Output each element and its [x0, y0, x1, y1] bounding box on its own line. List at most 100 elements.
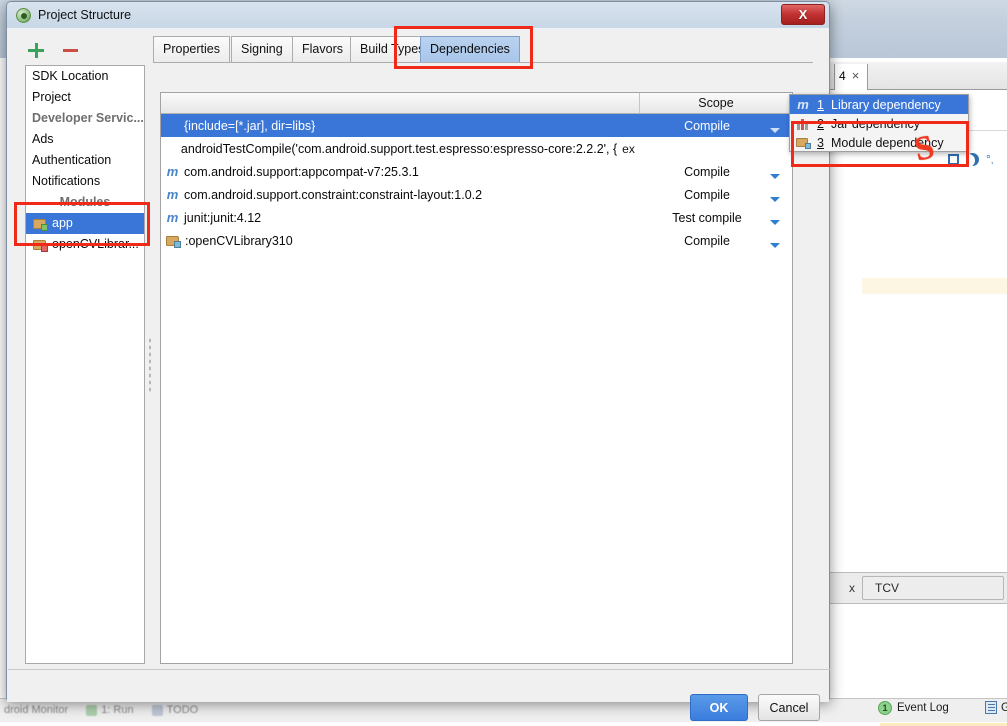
tab-properties[interactable]: Properties	[153, 36, 230, 62]
add-dependency-menu[interactable]: m 1 Library dependency 2 Jar dependency …	[789, 94, 969, 152]
project-structure-dialog: Project Structure X SDK Location Project…	[6, 1, 830, 721]
table-row[interactable]: :openCVLibrary310 Compile	[161, 229, 792, 252]
bottom-tab-label: TODO	[166, 704, 199, 716]
tool-window-field[interactable]: TCV	[862, 576, 1004, 600]
event-count-badge: 1	[878, 701, 892, 715]
dependency-name-label: androidTestCompile('com.android.support.…	[180, 141, 618, 156]
dependency-scope[interactable]: Test compile	[640, 211, 792, 225]
module-icon	[166, 235, 181, 248]
bookmark-icon[interactable]	[948, 153, 959, 165]
dependency-name-label: :openCVLibrary310	[185, 233, 293, 248]
dependency-name-label: com.android.support:appcompat-v7:25.3.1	[184, 164, 419, 179]
table-row[interactable]: {include=[*.jar], dir=libs} Compile	[161, 114, 792, 137]
gradle-label: Gr	[1001, 701, 1007, 714]
bottom-tab-todo[interactable]: TODO	[151, 704, 199, 716]
bottom-tab-label: droid Monitor	[4, 704, 69, 716]
dependency-scope[interactable]: Compile	[640, 165, 792, 179]
dependency-scope[interactable]: Compile	[640, 119, 792, 133]
sidebar-toolbar	[27, 37, 132, 63]
todo-icon	[151, 704, 163, 716]
editor-gutter-icons: °,	[948, 152, 993, 166]
sidebar-item-notifications[interactable]: Notifications	[26, 171, 144, 192]
tab-dependencies[interactable]: Dependencies	[420, 36, 520, 62]
menu-item-module-dependency[interactable]: 3 Module dependency	[790, 133, 968, 152]
dependencies-table[interactable]: Scope {include=[*.jar], dir=libs} Compil…	[160, 92, 793, 664]
dependency-scope-label: Compile	[684, 187, 730, 202]
event-log-label: Event Log	[897, 702, 949, 714]
menu-item-label: Library dependency	[831, 97, 941, 112]
sidebar-item-ads[interactable]: Ads	[26, 129, 144, 150]
sidebar-group-modules: Modules	[59, 195, 111, 209]
table-row[interactable]: m junit:junit:4.12 Test compile	[161, 206, 792, 229]
ok-button[interactable]: OK	[690, 694, 748, 721]
dialog-body: SDK Location Project Developer Servic...…	[7, 29, 830, 721]
table-row[interactable]: m com.android.support.constraint:constra…	[161, 183, 792, 206]
dependency-name: androidTestCompile('com.android.support.…	[161, 142, 641, 156]
gradle-icon	[985, 701, 997, 714]
module-library-icon	[33, 239, 48, 252]
editor-tab[interactable]: 4 ×	[834, 64, 869, 90]
sidebar-item-app[interactable]: app	[26, 213, 144, 234]
maven-icon: m	[166, 164, 179, 179]
table-row[interactable]: m com.android.support:appcompat-v7:25.3.…	[161, 160, 792, 183]
degree-icon: °,	[986, 152, 994, 166]
module-app-icon	[33, 218, 48, 231]
table-header: Scope	[161, 93, 792, 114]
dependency-name: m com.android.support:appcompat-v7:25.3.…	[161, 164, 640, 179]
column-header-scope: Scope	[698, 96, 734, 110]
chevron-down-icon[interactable]	[770, 242, 780, 248]
sidebar-list[interactable]: SDK Location Project Developer Servic...…	[25, 65, 145, 664]
add-module-button[interactable]	[27, 41, 45, 59]
sidebar-item-opencvlibrary[interactable]: openCVLibrar...	[26, 234, 144, 255]
sidebar-module-label: openCVLibrar...	[52, 237, 139, 251]
dependency-scope[interactable]: Compile	[640, 234, 792, 248]
module-icon	[796, 137, 811, 149]
gradle-button[interactable]: Gr	[985, 701, 1007, 714]
editor-lower-area	[830, 604, 1007, 696]
column-header-name	[161, 93, 640, 113]
maven-icon: m	[797, 96, 809, 112]
menu-item-number: 2	[817, 116, 824, 131]
editor-tab-label: 4	[839, 69, 846, 83]
tool-window-close-icon[interactable]: x	[849, 581, 855, 595]
sidebar-item-authentication[interactable]: Authentication	[26, 150, 144, 171]
tab-signing[interactable]: Signing	[231, 36, 293, 62]
moon-icon[interactable]	[966, 153, 979, 166]
sidebar-item-project[interactable]: Project	[26, 87, 144, 108]
sidebar-item-developer-services[interactable]: Developer Servic...	[26, 108, 144, 129]
chevron-down-icon[interactable]	[770, 196, 780, 202]
close-icon[interactable]: ×	[852, 68, 860, 83]
dialog-title: Project Structure	[38, 8, 132, 22]
dependency-scope-label: Test compile	[672, 210, 742, 225]
close-button[interactable]: X	[781, 4, 825, 25]
remove-module-button[interactable]	[61, 41, 79, 59]
button-row-divider	[8, 669, 830, 670]
dependency-name: :openCVLibrary310	[161, 234, 640, 248]
chevron-down-icon[interactable]	[770, 219, 780, 225]
dependency-scope-label: Compile	[684, 233, 730, 248]
tab-strip: Properties Signing Flavors Build Types D…	[153, 36, 813, 63]
editor-highlight-band	[862, 278, 1007, 294]
sidebar-item-sdk-location[interactable]: SDK Location	[26, 66, 144, 87]
sidebar-splitter[interactable]	[146, 65, 154, 664]
bottom-tab-run[interactable]: 1: Run	[86, 704, 134, 716]
tab-flavors[interactable]: Flavors	[292, 36, 353, 62]
dependency-scope[interactable]: Compile	[640, 188, 792, 202]
maven-icon: m	[166, 210, 179, 225]
sidebar-module-label: app	[52, 216, 73, 230]
menu-item-jar-dependency[interactable]: 2 Jar dependency	[790, 114, 968, 133]
cancel-button[interactable]: Cancel	[758, 694, 820, 721]
dependency-scope-label: Compile	[684, 118, 730, 133]
menu-item-library-dependency[interactable]: m 1 Library dependency	[790, 95, 968, 114]
menu-item-label: Jar dependency	[831, 116, 920, 131]
table-row[interactable]: androidTestCompile('com.android.support.…	[161, 137, 792, 160]
chevron-down-icon[interactable]	[770, 173, 780, 179]
jar-icon	[796, 118, 810, 130]
dependency-name-overflow: ex	[622, 141, 635, 156]
bottom-tab-android-monitor[interactable]: droid Monitor	[4, 704, 68, 716]
event-log-button[interactable]: 1 Event Log	[878, 701, 949, 715]
chevron-down-icon[interactable]	[770, 127, 780, 133]
dependency-name: {include=[*.jar], dir=libs}	[161, 119, 640, 133]
dependency-name: m junit:junit:4.12	[161, 210, 640, 225]
screenshot-root: 4 × °, x TCV droid Monitor 1: Run TODO 1…	[0, 0, 1007, 726]
